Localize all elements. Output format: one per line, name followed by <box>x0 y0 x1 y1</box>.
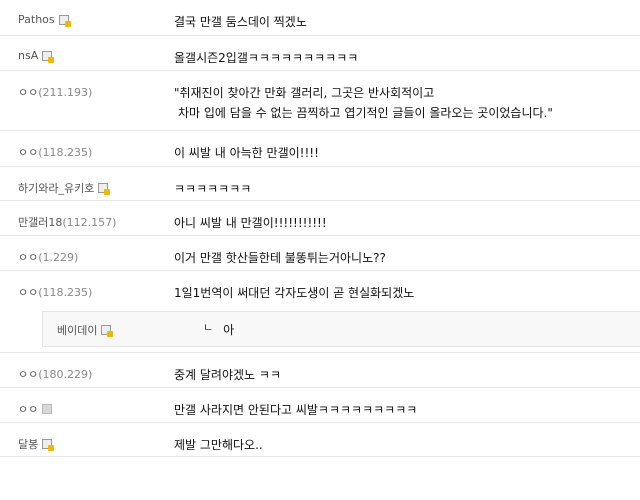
reply-author[interactable]: 베이데이 <box>57 322 114 338</box>
author-ip: (180.229) <box>38 367 93 381</box>
author-ip: (211.193) <box>38 85 93 99</box>
comment-text: 1일1번역이 써대던 각자도생이 곧 현실화되겠노 <box>174 286 415 300</box>
comment-text: 올갤시즌2입갤ㅋㅋㅋㅋㅋㅋㅋㅋㅋㅋ <box>174 51 359 65</box>
comment-text: 아니 씨발 내 만갤이!!!!!!!!!!! <box>174 216 327 230</box>
comment-row: 달봉 제발 그만해다오.. <box>0 423 640 457</box>
comment-author[interactable]: ㅇㅇ (180.229) <box>18 366 92 382</box>
author-name[interactable]: ㅇㅇ <box>18 401 38 417</box>
reply-arrow-icon: ㄴ <box>203 321 214 334</box>
author-name[interactable]: 하기와라_유키호 <box>18 180 94 196</box>
author-name[interactable]: nsA <box>18 49 38 62</box>
author-ip: (118.235) <box>38 145 93 159</box>
fixed-nick-icon <box>101 325 114 337</box>
fixed-nick-icon <box>42 439 55 451</box>
author-name[interactable]: 만갤러18 <box>18 214 62 230</box>
comment-text-line: 차마 입에 담을 수 없는 끔찍하고 엽기적인 글들이 올라오는 곳이었습니다.… <box>178 106 553 120</box>
comment-author[interactable]: ㅇㅇ (118.235) <box>18 144 92 160</box>
author-ip: (112.157) <box>62 215 117 229</box>
reply-row: 베이데이 ㄴ아 <box>42 311 640 347</box>
comment-text: 결국 만갤 둠스데이 찍겠노 <box>174 15 307 29</box>
comment-author[interactable]: 만갤러18 (112.157) <box>18 214 116 230</box>
author-ip: (1.229) <box>38 250 79 264</box>
comment-row: ㅇㅇ (1.229) 이거 만갤 핫산들한테 불똥튀는거아니노?? <box>0 236 640 271</box>
comment-text: 제발 그만해다오.. <box>174 438 263 452</box>
comment-row: ㅇㅇ (211.193) "취재진이 찾아간 만화 갤러리, 그곳은 반사회적이… <box>0 71 640 131</box>
author-name[interactable]: ㅇㅇ <box>18 84 38 100</box>
reply-text-value: 아 <box>223 323 235 337</box>
comment-row: nsA 올갤시즌2입갤ㅋㅋㅋㅋㅋㅋㅋㅋㅋㅋ <box>0 36 640 71</box>
comment-text: 중계 달려야겠노 ㅋㅋ <box>174 368 281 382</box>
author-name[interactable]: ㅇㅇ <box>18 249 38 265</box>
comment-row: ㅇㅇ 만갤 사라지면 안된다고 씨발ㅋㅋㅋㅋㅋㅋㅋㅋㅋ <box>0 388 640 423</box>
comment-row: ㅇㅇ (118.235) 이 씨발 내 아늑한 만갤이!!!! <box>0 131 640 167</box>
comment-row: 만갤러18 (112.157) 아니 씨발 내 만갤이!!!!!!!!!!! <box>0 201 640 236</box>
comment-author[interactable]: Pathos <box>18 13 71 27</box>
comment-author[interactable]: ㅇㅇ (1.229) <box>18 249 78 265</box>
reply-text: ㄴ아 <box>203 320 234 341</box>
author-name[interactable]: 달봉 <box>18 436 38 452</box>
author-name[interactable]: ㅇㅇ <box>18 144 38 160</box>
comment-text: ㅋㅋㅋㅋㅋㅋㅋ <box>174 182 252 196</box>
comment-row: ㅇㅇ (180.229) 중계 달려야겠노 ㅋㅋ <box>0 353 640 388</box>
comment-author[interactable]: ㅇㅇ (211.193) <box>18 84 92 100</box>
author-name[interactable]: ㅇㅇ <box>18 366 38 382</box>
comment-author[interactable]: ㅇㅇ <box>18 401 53 417</box>
author-name[interactable]: ㅇㅇ <box>18 284 38 300</box>
comment-author[interactable]: 하기와라_유키호 <box>18 180 111 196</box>
author-name[interactable]: Pathos <box>18 13 55 26</box>
comment-text: "취재진이 찾아간 만화 갤러리, 그곳은 반사회적이고 차마 입에 담을 수 … <box>174 83 553 123</box>
comment-text-line: "취재진이 찾아간 만화 갤러리, 그곳은 반사회적이고 <box>174 86 435 100</box>
comment-row: ㅇㅇ (118.235) 1일1번역이 써대던 각자도생이 곧 현실화되겠노 베… <box>0 271 640 353</box>
comment-author[interactable]: 달봉 <box>18 436 55 452</box>
comment-author[interactable]: ㅇㅇ (118.235) <box>18 284 92 300</box>
member-icon <box>42 404 53 414</box>
reply-container: 베이데이 ㄴ아 <box>0 305 640 353</box>
fixed-nick-icon <box>58 14 71 27</box>
comment-row: Pathos 결국 만갤 둠스데이 찍겠노 <box>0 0 640 36</box>
comment-list: Pathos 결국 만갤 둠스데이 찍겠노 nsA 올갤시즌2입갤ㅋㅋㅋㅋㅋㅋㅋ… <box>0 0 640 457</box>
comment-author[interactable]: nsA <box>18 49 55 63</box>
author-ip: (118.235) <box>38 285 93 299</box>
comment-text: 만갤 사라지면 안된다고 씨발ㅋㅋㅋㅋㅋㅋㅋㅋㅋ <box>174 403 418 417</box>
author-name[interactable]: 베이데이 <box>57 322 97 338</box>
comment-text: 이 씨발 내 아늑한 만갤이!!!! <box>174 146 319 160</box>
fixed-nick-icon <box>42 50 55 63</box>
comment-row: 하기와라_유키호 ㅋㅋㅋㅋㅋㅋㅋ <box>0 167 640 201</box>
fixed-nick-icon <box>98 183 111 195</box>
comment-text: 이거 만갤 핫산들한테 불똥튀는거아니노?? <box>174 251 386 265</box>
